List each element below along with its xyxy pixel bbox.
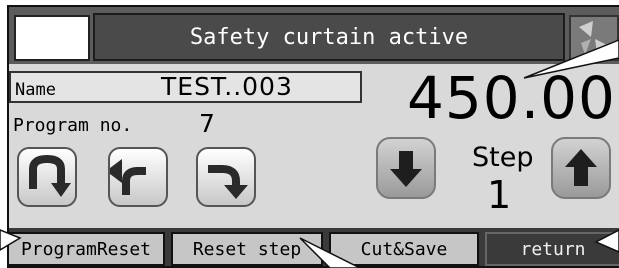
callout-pointer-lines: [0, 39, 619, 268]
